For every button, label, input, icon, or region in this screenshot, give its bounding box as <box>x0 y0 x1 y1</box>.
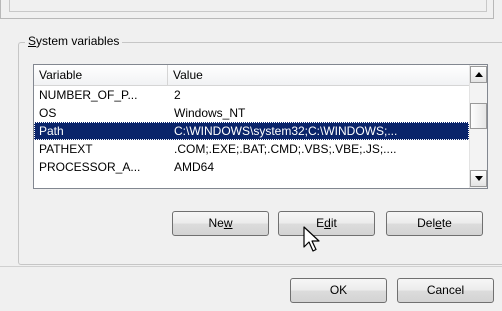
user-variables-list-edge <box>9 0 487 12</box>
environment-variables-dialog: System variables Variable Value NUMBER_O… <box>0 0 502 311</box>
row-variable: Path <box>39 124 64 138</box>
table-row[interactable]: NUMBER_OF_P... 2 <box>34 86 469 104</box>
scroll-up-button[interactable] <box>470 66 487 83</box>
edit-button[interactable]: Edit <box>278 211 375 236</box>
system-variables-label: System variables <box>25 34 123 48</box>
table-row[interactable]: PROCESSOR_A... AMD64 <box>34 158 469 176</box>
delete-button[interactable]: Delete <box>386 211 483 236</box>
list-rows: NUMBER_OF_P... 2 OS Windows_NT Path C:\W… <box>34 86 469 176</box>
row-variable: PROCESSOR_A... <box>39 160 141 174</box>
ok-button[interactable]: OK <box>290 278 387 303</box>
scroll-down-button[interactable] <box>470 170 487 187</box>
cancel-button[interactable]: Cancel <box>397 278 494 303</box>
row-variable: NUMBER_OF_P... <box>39 88 138 102</box>
row-value: C:\WINDOWS\system32;C:\WINDOWS;... <box>174 124 398 138</box>
column-header-value[interactable]: Value <box>168 65 469 85</box>
button-area-divider <box>0 266 502 267</box>
row-value: 2 <box>174 88 181 102</box>
scrollbar-thumb[interactable] <box>470 103 487 129</box>
row-variable: PATHEXT <box>39 142 93 156</box>
list-header: Variable Value <box>34 65 469 86</box>
vertical-scrollbar[interactable] <box>469 65 487 188</box>
user-variables-frame <box>0 0 494 19</box>
row-value: .COM;.EXE;.BAT;.CMD;.VBS;.VBE;.JS;.... <box>174 142 397 156</box>
row-variable: OS <box>39 106 57 120</box>
triangle-up-icon <box>474 72 483 77</box>
table-row[interactable]: PATHEXT .COM;.EXE;.BAT;.CMD;.VBS;.VBE;.J… <box>34 140 469 158</box>
system-variables-list[interactable]: Variable Value NUMBER_OF_P... 2 OS Windo… <box>33 64 488 189</box>
column-header-variable[interactable]: Variable <box>34 65 168 85</box>
table-row[interactable]: OS Windows_NT <box>34 104 469 122</box>
new-button[interactable]: New <box>172 211 269 236</box>
row-value: AMD64 <box>174 160 215 174</box>
row-value: Windows_NT <box>174 106 246 120</box>
triangle-down-icon <box>474 176 483 181</box>
table-row-selected[interactable]: Path C:\WINDOWS\system32;C:\WINDOWS;... <box>34 122 469 140</box>
mouse-cursor-icon <box>303 226 320 252</box>
